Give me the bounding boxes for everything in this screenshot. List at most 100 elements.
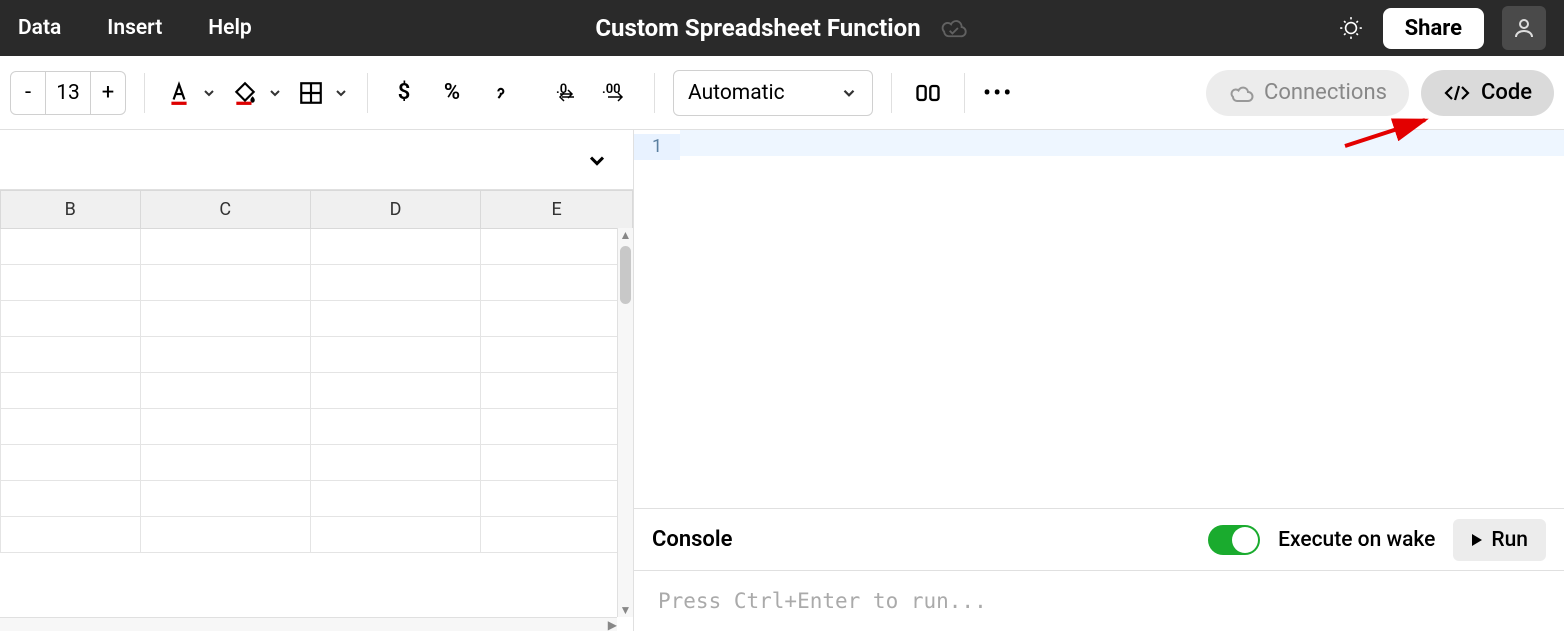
fill-icon	[229, 77, 261, 109]
cell[interactable]	[1, 445, 141, 481]
cell[interactable]	[481, 481, 633, 517]
fill-color-button[interactable]	[229, 77, 283, 109]
main-split: B C D E ▲	[0, 130, 1564, 631]
scroll-right-icon[interactable]: ▶	[608, 618, 617, 631]
cell[interactable]	[310, 481, 480, 517]
cell[interactable]	[481, 373, 633, 409]
increase-decimal-button[interactable]: .00	[600, 75, 636, 111]
decrease-decimal-button[interactable]: .0	[552, 75, 588, 111]
cloud-icon	[1228, 83, 1254, 103]
cell[interactable]	[140, 373, 310, 409]
line-gutter: 1	[634, 130, 680, 158]
share-button[interactable]: Share	[1383, 8, 1484, 49]
console-body[interactable]: Press Ctrl+Enter to run...	[634, 571, 1564, 631]
borders-icon	[295, 77, 327, 109]
font-color-button[interactable]	[163, 77, 217, 109]
cell[interactable]	[481, 265, 633, 301]
chevron-down-icon	[201, 85, 217, 101]
editor-line[interactable]	[680, 130, 1564, 156]
chevron-down-icon[interactable]	[585, 148, 609, 172]
menu-data[interactable]: Data	[18, 16, 61, 40]
column-header[interactable]: E	[481, 191, 633, 229]
cell[interactable]	[310, 265, 480, 301]
editor-empty-area[interactable]	[634, 158, 1564, 508]
font-size-increase[interactable]: +	[91, 72, 125, 114]
cell[interactable]	[1, 517, 141, 553]
run-button[interactable]: Run	[1453, 519, 1546, 561]
borders-button[interactable]	[295, 77, 349, 109]
font-size-value[interactable]: 13	[45, 72, 91, 114]
run-label: Run	[1491, 528, 1528, 552]
cell[interactable]	[140, 229, 310, 265]
column-header[interactable]: B	[1, 191, 141, 229]
cell[interactable]	[1, 265, 141, 301]
menubar: Data Insert Help Custom Spreadsheet Func…	[0, 0, 1564, 56]
console-title: Console	[652, 527, 732, 552]
vertical-scrollbar[interactable]: ▲ ▼	[617, 228, 633, 617]
cell[interactable]	[140, 517, 310, 553]
horizontal-scrollbar[interactable]: ▶	[0, 617, 617, 631]
menubar-left: Data Insert Help	[18, 16, 252, 40]
cell[interactable]	[310, 337, 480, 373]
formula-bar[interactable]	[0, 130, 633, 190]
cell[interactable]	[310, 229, 480, 265]
cell[interactable]	[481, 409, 633, 445]
cell[interactable]	[481, 229, 633, 265]
column-header[interactable]: D	[310, 191, 480, 229]
cell[interactable]	[1, 373, 141, 409]
title-wrap: Custom Spreadsheet Function	[595, 14, 968, 42]
cell[interactable]	[1, 301, 141, 337]
execute-on-wake-label: Execute on wake	[1278, 528, 1435, 552]
connections-label: Connections	[1264, 80, 1387, 105]
lightbulb-icon[interactable]	[1337, 14, 1365, 42]
divider	[891, 73, 892, 113]
cell[interactable]	[140, 337, 310, 373]
spreadsheet-grid[interactable]: B C D E	[0, 190, 633, 553]
cell[interactable]	[1, 481, 141, 517]
cell[interactable]	[140, 409, 310, 445]
cell[interactable]	[481, 301, 633, 337]
cell[interactable]	[310, 517, 480, 553]
divider	[654, 73, 655, 113]
cloud-saved-icon	[939, 17, 969, 39]
cell[interactable]	[481, 337, 633, 373]
text-color-icon	[163, 77, 195, 109]
cell[interactable]	[1, 409, 141, 445]
currency-button[interactable]: $	[386, 75, 422, 111]
cell[interactable]	[310, 445, 480, 481]
document-title[interactable]: Custom Spreadsheet Function	[595, 14, 920, 42]
grid-wrap: B C D E ▲	[0, 190, 633, 631]
cell[interactable]	[140, 445, 310, 481]
cell[interactable]	[1, 337, 141, 373]
comma-button[interactable]	[482, 75, 518, 111]
more-options-button[interactable]: •••	[983, 79, 1013, 107]
cell[interactable]	[481, 517, 633, 553]
cell[interactable]	[140, 265, 310, 301]
user-button[interactable]	[1502, 6, 1546, 50]
cell[interactable]	[140, 301, 310, 337]
cell[interactable]	[140, 481, 310, 517]
scroll-up-icon[interactable]: ▲	[618, 228, 633, 242]
cell[interactable]	[310, 301, 480, 337]
divider	[964, 73, 965, 113]
cell[interactable]	[481, 445, 633, 481]
cell[interactable]	[310, 373, 480, 409]
code-button[interactable]: Code	[1421, 70, 1554, 116]
execute-on-wake-toggle[interactable]	[1208, 525, 1260, 555]
cell[interactable]	[310, 409, 480, 445]
font-size-decrease[interactable]: -	[11, 72, 45, 114]
code-editor[interactable]: 1	[634, 130, 1564, 509]
connections-button[interactable]: Connections	[1206, 70, 1409, 116]
menu-insert[interactable]: Insert	[107, 16, 162, 40]
code-icon	[1443, 83, 1471, 103]
scroll-thumb[interactable]	[620, 246, 631, 304]
font-size-group: - 13 +	[10, 71, 126, 115]
line-number: 1	[634, 134, 680, 160]
menu-help[interactable]: Help	[208, 16, 251, 40]
percent-button[interactable]: %	[434, 75, 470, 111]
number-format-dropdown[interactable]: Automatic	[673, 70, 873, 116]
cell[interactable]	[1, 229, 141, 265]
column-header[interactable]: C	[140, 191, 310, 229]
expand-button[interactable]	[910, 75, 946, 111]
scroll-down-icon[interactable]: ▼	[618, 603, 633, 617]
